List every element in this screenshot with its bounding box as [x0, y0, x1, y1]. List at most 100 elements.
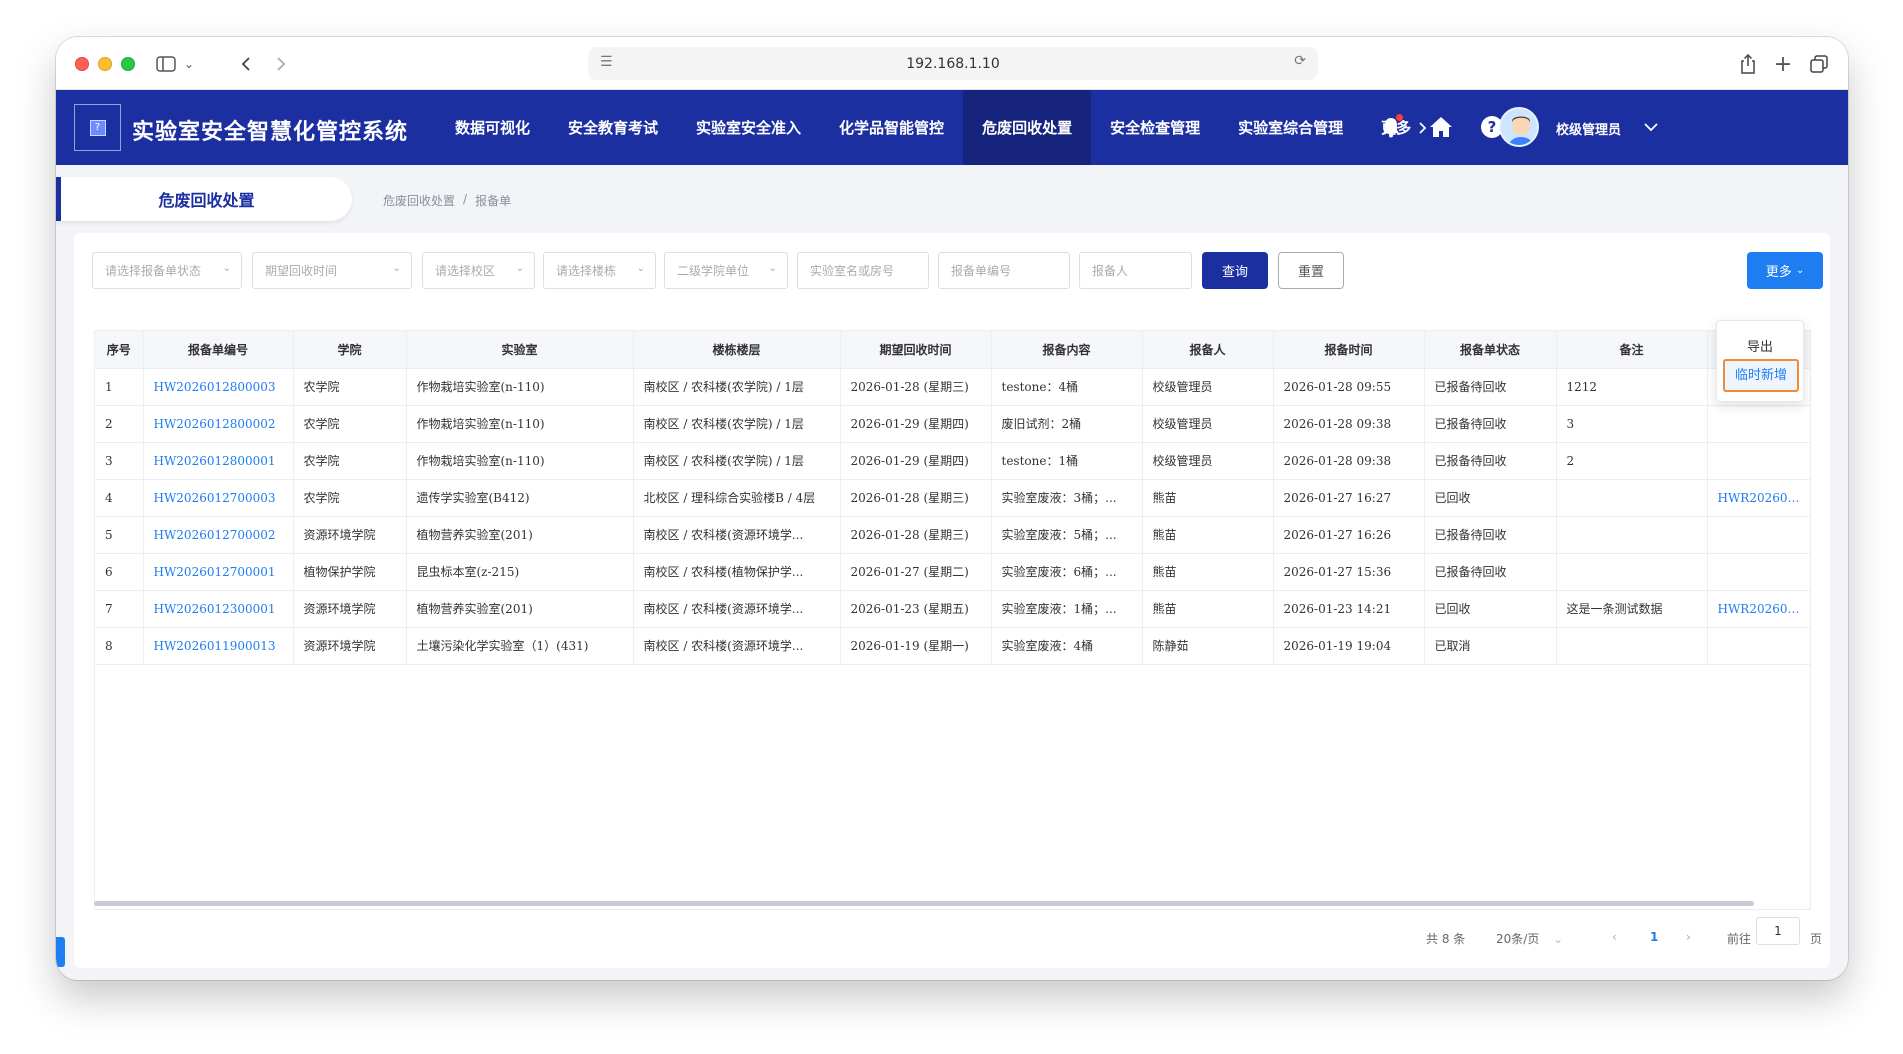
nav-data-visualization[interactable]: 数据可视化 — [436, 90, 549, 165]
column-header: 报备内容 — [991, 331, 1143, 369]
chevron-down-icon: ⌄ — [222, 263, 231, 274]
table-row[interactable]: 8 HW2026011900013 资源环境学院 土壤污染化学实验室（1）(43… — [95, 627, 1810, 665]
table-row[interactable]: 5 HW2026012700002 资源环境学院 植物营养实验室(201) 南校… — [95, 516, 1810, 554]
cell-report-no-link[interactable]: HW2026012700002 — [143, 516, 294, 554]
avatar[interactable] — [1499, 107, 1539, 147]
cell-expected-date: 2026-01-28 (星期三) — [840, 368, 992, 406]
cell-recovery-no-link[interactable] — [1707, 442, 1810, 480]
prev-page-icon[interactable]: ‹ — [1612, 930, 1617, 944]
cell-reporter: 熊苗 — [1142, 516, 1274, 554]
table-row[interactable]: 3 HW2026012800001 农学院 作物栽培实验室(n-110) 南校区… — [95, 442, 1810, 480]
section-tab[interactable]: 危废回收处置 — [56, 177, 352, 221]
cell-recovery-no-link[interactable]: HWR20260123000 — [1707, 590, 1810, 628]
goto-page-input[interactable]: 1 — [1756, 917, 1800, 945]
cell-report-no-link[interactable]: HW2026012700003 — [143, 479, 294, 517]
nav-chemical-control[interactable]: 化学品智能管控 — [820, 90, 963, 165]
table-row[interactable]: 6 HW2026012700001 植物保护学院 昆虫标本室(z-215) 南校… — [95, 553, 1810, 591]
cell-recovery-no-link[interactable] — [1707, 405, 1810, 443]
expected-time-placeholder: 期望回收时间 — [265, 264, 338, 278]
page-number-current[interactable]: 1 — [1650, 930, 1658, 944]
zoom-window-button[interactable] — [121, 57, 135, 71]
cell-index: 2 — [95, 405, 144, 443]
bell-icon[interactable] — [1378, 114, 1404, 140]
cell-college: 资源环境学院 — [293, 516, 407, 554]
unit-select[interactable]: 二级学院单位 ⌄ — [664, 252, 788, 289]
breadcrumb-item-parent[interactable]: 危废回收处置 — [383, 192, 455, 209]
tab-overview-icon[interactable] — [1807, 52, 1831, 76]
minimize-window-button[interactable] — [98, 57, 112, 71]
share-icon[interactable] — [1736, 52, 1760, 76]
query-button[interactable]: 查询 — [1202, 252, 1268, 289]
column-header: 报备单状态 — [1424, 331, 1557, 369]
address-bar[interactable]: ☰ 192.168.1.10 ⟳ — [588, 47, 1318, 80]
cell-report-no-link[interactable]: HW2026012700001 — [143, 553, 294, 591]
table-row[interactable]: 7 HW2026012300001 资源环境学院 植物营养实验室(201) 南校… — [95, 590, 1810, 628]
horizontal-scrollbar[interactable] — [94, 901, 1754, 906]
side-collapse-tab[interactable] — [56, 937, 65, 967]
column-header: 期望回收时间 — [840, 331, 992, 369]
close-window-button[interactable] — [75, 57, 89, 71]
page-menu-icon[interactable]: ☰ — [600, 54, 613, 70]
table-row[interactable]: 1 HW2026012800003 农学院 作物栽培实验室(n-110) 南校区… — [95, 368, 1810, 406]
more-actions-button[interactable]: 更多 ⌄ — [1747, 252, 1823, 289]
cell-content: testone：4桶 — [991, 368, 1143, 406]
cell-recovery-no-link[interactable] — [1707, 627, 1810, 665]
chevron-down-icon[interactable]: ⌄ — [182, 52, 196, 76]
cell-location: 南校区 / 农科楼(资源环境学... — [633, 516, 841, 554]
expected-time-picker[interactable]: 期望回收时间 ⌄ — [252, 252, 412, 289]
nav-lab-access[interactable]: 实验室安全准入 — [677, 90, 820, 165]
reset-button[interactable]: 重置 — [1278, 252, 1344, 289]
home-icon[interactable] — [1428, 114, 1454, 140]
back-icon[interactable] — [234, 52, 258, 76]
cell-status: 已报备待回收 — [1424, 553, 1557, 591]
lab-input[interactable]: 实验室名或房号 — [797, 252, 929, 289]
nav-safety-inspection[interactable]: 安全检查管理 — [1091, 90, 1219, 165]
cell-location: 北校区 / 理科综合实验楼B / 4层 — [633, 479, 841, 517]
nav-lab-management[interactable]: 实验室综合管理 — [1219, 90, 1362, 165]
translate-reload-icon[interactable]: ⟳ — [1294, 53, 1306, 69]
menu-item-export[interactable]: 导出 — [1717, 336, 1803, 355]
campus-select[interactable]: 请选择校区 ⌄ — [422, 252, 535, 289]
reporter-input[interactable]: 报备人 — [1079, 252, 1192, 289]
page-suffix: 页 — [1810, 932, 1823, 946]
more-actions-label: 更多 — [1765, 265, 1792, 280]
report-no-input[interactable]: 报备单编号 — [938, 252, 1070, 289]
column-header: 报备时间 — [1273, 331, 1425, 369]
cell-report-no-link[interactable]: HW2026012800003 — [143, 368, 294, 406]
cell-recovery-no-link[interactable] — [1707, 516, 1810, 554]
cell-report-no-link[interactable]: HW2026011900013 — [143, 627, 294, 665]
sidebar-toggle-icon[interactable] — [154, 52, 178, 76]
menu-item-temp-new[interactable]: 临时新增 — [1723, 359, 1799, 392]
user-name[interactable]: 校级管理员 — [1556, 119, 1621, 138]
page-size-select[interactable]: 20条/页 ⌄ — [1496, 930, 1563, 947]
next-page-icon[interactable]: › — [1686, 930, 1691, 944]
new-tab-icon[interactable]: + — [1771, 52, 1795, 77]
cell-college: 农学院 — [293, 442, 407, 480]
cell-remark — [1556, 553, 1708, 591]
nav-hazardous-waste[interactable]: 危废回收处置 — [963, 90, 1092, 165]
cell-reporter: 熊苗 — [1142, 590, 1274, 628]
column-header: 序号 — [95, 331, 144, 369]
cell-content: 实验室废液：6桶；... — [991, 553, 1143, 591]
cell-recovery-no-link[interactable] — [1707, 553, 1810, 591]
cell-report-no-link[interactable]: HW2026012300001 — [143, 590, 294, 628]
cell-recovery-no-link[interactable]: HWR20260127000 — [1707, 479, 1810, 517]
building-select-placeholder: 请选择楼栋 — [556, 264, 617, 278]
status-select[interactable]: 请选择报备单状态 ⌄ — [92, 252, 242, 289]
table-row[interactable]: 2 HW2026012800002 农学院 作物栽培实验室(n-110) 南校区… — [95, 405, 1810, 443]
cell-status: 已回收 — [1424, 479, 1557, 517]
cell-report-no-link[interactable]: HW2026012800002 — [143, 405, 294, 443]
cell-expected-date: 2026-01-28 (星期三) — [840, 516, 992, 554]
cell-status: 已回收 — [1424, 590, 1557, 628]
table-row[interactable]: 4 HW2026012700003 农学院 遗传学实验室(B412) 北校区 /… — [95, 479, 1810, 517]
cell-report-no-link[interactable]: HW2026012800001 — [143, 442, 294, 480]
nav-safety-exam[interactable]: 安全教育考试 — [549, 90, 677, 165]
column-header: 报备人 — [1142, 331, 1274, 369]
data-table: 序号 报备单编号 学院 实验室 楼栋楼层 期望回收时间 报备内容 报备人 报备时… — [94, 330, 1811, 910]
user-menu-chevron-icon[interactable] — [1638, 114, 1664, 140]
building-select[interactable]: 请选择楼栋 ⌄ — [543, 252, 656, 289]
cell-expected-date: 2026-01-29 (星期四) — [840, 405, 992, 443]
cell-lab: 昆虫标本室(z-215) — [406, 553, 634, 591]
chevron-down-icon: ⌄ — [768, 263, 777, 274]
forward-icon[interactable] — [269, 52, 293, 76]
